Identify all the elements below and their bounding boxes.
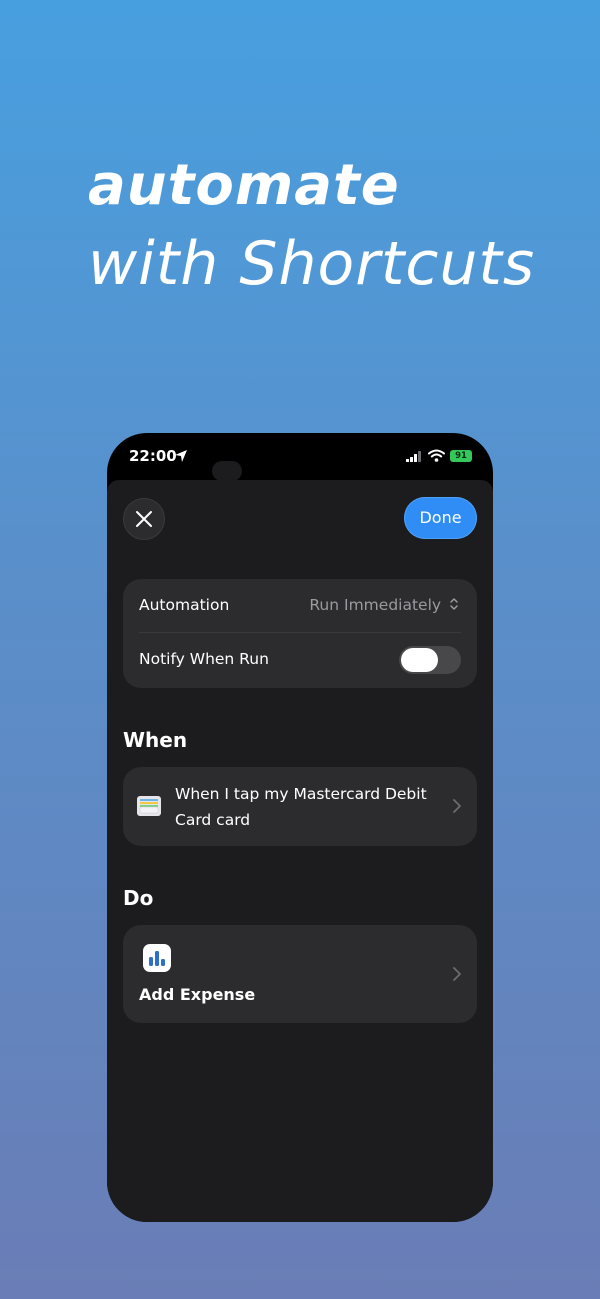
- automation-label: Automation: [139, 596, 230, 614]
- do-action-card[interactable]: Add Expense: [123, 925, 477, 1023]
- wifi-icon: [428, 449, 445, 462]
- settings-card: Automation Run Immediately Notify When R…: [123, 579, 477, 688]
- add-expense-label: Add Expense: [139, 985, 256, 1004]
- toggle-knob: [401, 648, 438, 672]
- location-arrow-icon: [175, 450, 187, 462]
- bar-chart-glyph: [149, 951, 165, 966]
- chevron-right-icon: [453, 799, 461, 813]
- bar-chart-app-icon: [143, 944, 171, 972]
- automation-sheet: Done Automation Run Immediately Notify W…: [107, 480, 493, 1222]
- notify-toggle[interactable]: [399, 646, 461, 674]
- divider: [139, 632, 461, 633]
- done-button[interactable]: Done: [404, 497, 477, 539]
- automation-value-text: Run Immediately: [309, 596, 442, 614]
- close-icon: [136, 511, 152, 527]
- headline-line-2: with Shortcuts: [88, 229, 536, 299]
- do-section-title: Do: [123, 886, 154, 910]
- camera-cutout: [212, 461, 242, 481]
- wallet-icon: [137, 796, 161, 816]
- when-trigger-row[interactable]: When I tap my Mastercard Debit Card card: [123, 767, 477, 846]
- up-down-chevron-icon: [450, 598, 458, 610]
- battery-icon: 91: [450, 450, 472, 462]
- when-trigger-text: When I tap my Mastercard Debit Card card: [175, 785, 427, 829]
- phone-frame: 22:00 91 Done Automation Run Immediately…: [107, 433, 493, 1222]
- status-time: 22:00: [129, 447, 177, 465]
- automation-value[interactable]: Run Immediately: [309, 596, 459, 614]
- close-button[interactable]: [123, 498, 165, 540]
- status-bar: 22:00 91: [107, 433, 493, 481]
- headline: automate with Shortcuts: [88, 150, 535, 306]
- when-section-title: When: [123, 728, 188, 752]
- signal-icon: [406, 451, 421, 462]
- notify-label: Notify When Run: [139, 650, 269, 668]
- chevron-right-icon: [453, 967, 461, 981]
- headline-line-1: automate: [88, 153, 400, 218]
